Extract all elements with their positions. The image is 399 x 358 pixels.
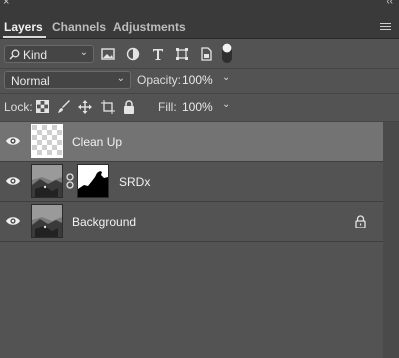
lock-pixels-icon[interactable] bbox=[57, 100, 71, 114]
smart-object-filter-icon[interactable] bbox=[199, 47, 213, 61]
tab-layers[interactable]: Layers bbox=[4, 20, 43, 34]
tab-channels[interactable]: Channels bbox=[52, 20, 106, 34]
tab-adjustments[interactable]: Adjustments bbox=[113, 20, 186, 34]
shape-filter-icon[interactable] bbox=[175, 47, 189, 61]
filter-kind-label: Kind bbox=[23, 48, 48, 62]
chevron-down-icon: ⌄ bbox=[79, 47, 88, 58]
layer-lock-icon[interactable] bbox=[355, 215, 367, 229]
mask-link-icon[interactable] bbox=[66, 173, 74, 192]
blend-mode-value: Normal bbox=[11, 74, 50, 88]
filter-toggle-icon[interactable] bbox=[221, 42, 233, 64]
divider bbox=[0, 93, 399, 94]
layer-thumbnail-photo[interactable] bbox=[31, 164, 63, 198]
collapse-panel-icon[interactable]: ‹‹ bbox=[386, 0, 393, 7]
filter-kind-dropdown[interactable]: Kind ⌄ bbox=[4, 45, 94, 63]
divider bbox=[0, 68, 399, 69]
chevron-down-icon: ⌄ bbox=[222, 72, 231, 83]
layer-name[interactable]: SRDx bbox=[119, 175, 150, 189]
layers-scrollbar[interactable] bbox=[383, 122, 399, 358]
opacity-label: Opacity: bbox=[137, 73, 182, 87]
close-panel-icon[interactable]: × bbox=[3, 0, 9, 8]
layer-row-background[interactable]: Background bbox=[0, 202, 383, 242]
panel-top-strip: × ‹‹ bbox=[0, 0, 399, 8]
fill-dropdown[interactable]: 100% ⌄ bbox=[182, 99, 234, 116]
layer-name[interactable]: Clean Up bbox=[72, 135, 122, 149]
blend-mode-dropdown[interactable]: Normal ⌄ bbox=[4, 71, 131, 89]
chevron-down-icon: ⌄ bbox=[222, 99, 231, 110]
layer-row-srdx[interactable]: SRDx bbox=[0, 162, 383, 202]
lock-artboard-icon[interactable] bbox=[101, 100, 115, 114]
layer-row-clean-up[interactable]: Clean Up bbox=[0, 122, 383, 162]
fill-value: 100% bbox=[182, 100, 213, 114]
chevron-down-icon: ⌄ bbox=[116, 73, 125, 84]
type-filter-icon[interactable] bbox=[151, 47, 165, 61]
panel-tab-bar: Layers Channels Adjustments bbox=[0, 8, 399, 39]
visibility-eye-icon[interactable] bbox=[5, 214, 21, 228]
adjustment-filter-icon[interactable] bbox=[126, 47, 140, 61]
panel-menu-icon[interactable] bbox=[380, 23, 391, 32]
fill-label: Fill: bbox=[158, 100, 177, 114]
lock-label: Lock: bbox=[4, 100, 33, 114]
opacity-dropdown[interactable]: 100% ⌄ bbox=[182, 72, 234, 89]
layer-thumbnail-photo[interactable] bbox=[31, 204, 63, 238]
visibility-eye-icon[interactable] bbox=[5, 174, 21, 188]
opacity-value: 100% bbox=[182, 73, 213, 87]
visibility-eye-icon[interactable] bbox=[5, 134, 21, 148]
lock-transparency-icon[interactable] bbox=[36, 100, 50, 114]
layer-thumbnail-transparent[interactable] bbox=[31, 124, 63, 158]
lock-all-icon[interactable] bbox=[123, 100, 137, 114]
layer-name[interactable]: Background bbox=[72, 215, 136, 229]
image-filter-icon[interactable] bbox=[101, 47, 115, 61]
active-tab-indicator bbox=[3, 36, 46, 38]
search-icon bbox=[9, 48, 20, 62]
lock-position-icon[interactable] bbox=[78, 100, 92, 114]
layer-mask-thumbnail[interactable] bbox=[77, 164, 109, 198]
